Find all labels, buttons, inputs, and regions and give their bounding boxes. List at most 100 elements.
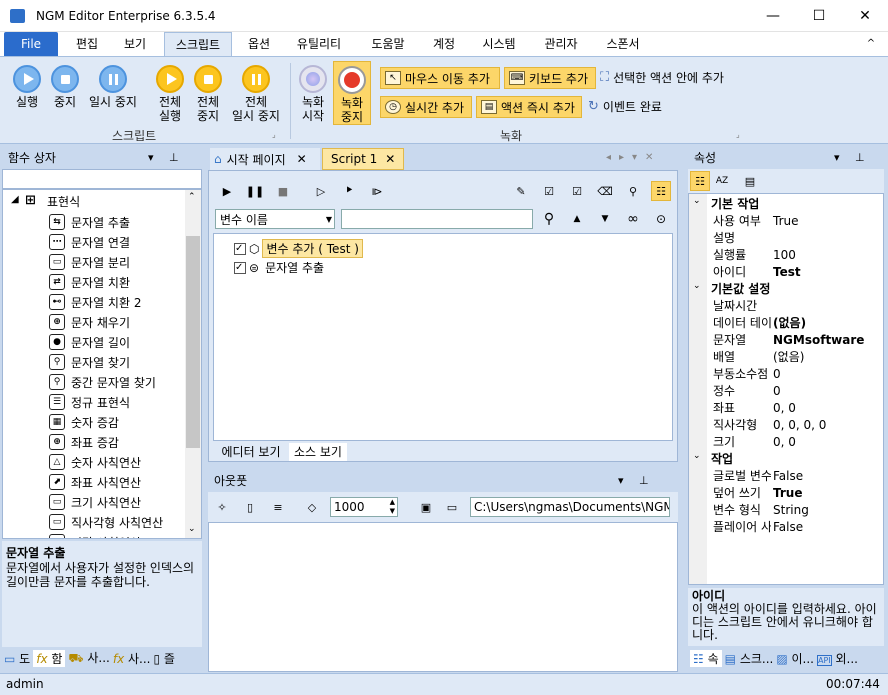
edit-icon[interactable]: ✎ — [511, 181, 531, 201]
folder-icon[interactable]: ▭ — [442, 497, 462, 517]
property-value[interactable]: 0 — [773, 383, 781, 400]
function-item[interactable]: ◷ 시간 사칙연산 — [49, 532, 141, 538]
property-value[interactable]: 0, 0, 0, 0 — [773, 417, 826, 434]
group-script-launcher-icon[interactable]: ⌟ — [272, 130, 276, 139]
more-icon[interactable]: ⊙ — [651, 209, 671, 229]
property-pages-icon[interactable]: ▤ — [740, 171, 760, 191]
left-tab-2[interactable]: ⛟ 사... — [68, 649, 109, 667]
add-realtime-button[interactable]: ◷ 실시간 추가 — [380, 96, 472, 118]
function-item[interactable]: ▭ 문자열 분리 — [49, 252, 130, 272]
property-row[interactable]: 플레이어 사용False — [707, 519, 883, 536]
check-all-icon[interactable]: ☑ — [539, 181, 559, 201]
new-log-icon[interactable]: ▯ — [240, 497, 260, 517]
right-tab-0[interactable]: ☷ 속 — [690, 649, 722, 667]
maximize-button[interactable]: ☐ — [796, 0, 842, 32]
right-tab-1[interactable]: ▤ 스크... — [725, 650, 774, 667]
minimize-button[interactable]: — — [750, 0, 796, 32]
function-item[interactable]: ⇄ 문자열 치환 — [49, 272, 130, 292]
property-value[interactable]: NGMsoftware — [773, 332, 864, 349]
tree-view-icon[interactable]: ☷ — [651, 181, 671, 201]
sort-az-icon[interactable]: AZ — [712, 171, 732, 191]
property-value[interactable]: 0 — [773, 366, 781, 383]
search-icon[interactable]: ⚲ — [623, 181, 643, 201]
function-search-input[interactable] — [2, 169, 202, 189]
property-row[interactable]: 실행률 100 — [707, 247, 883, 264]
step-play-icon[interactable]: ▷ — [311, 181, 331, 201]
add-keyboard-button[interactable]: ⌨ 키보드 추가 — [504, 67, 596, 89]
loop-icon[interactable]: ∞ — [623, 209, 643, 229]
scroll-down-icon[interactable]: ⌄ — [188, 524, 196, 534]
function-item[interactable]: ☰ 정규 표현식 — [49, 392, 130, 412]
left-tab-0[interactable]: ▭ 도 — [4, 650, 30, 667]
property-value[interactable]: True — [773, 485, 802, 502]
tab-file[interactable]: File — [4, 32, 58, 56]
save-icon[interactable]: ▣ — [416, 497, 436, 517]
category-toggle-icon[interactable]: ⌄ — [693, 281, 701, 291]
function-item[interactable]: ⊕ 좌표 증감 — [49, 432, 119, 452]
tab-edit[interactable]: 편집 — [66, 32, 108, 56]
property-row[interactable]: 데이터 테이블(없음) — [707, 315, 883, 332]
tree-collapse-icon[interactable]: ◢ — [11, 194, 19, 205]
tab-help[interactable]: 도움말 — [360, 32, 416, 56]
stepper-arrows-icon[interactable]: ▲ ▼ — [390, 498, 395, 516]
property-category[interactable]: 기본 작업 — [711, 196, 759, 213]
tab-script[interactable]: 스크립트 — [164, 32, 232, 56]
function-item[interactable]: ⋯ 문자열 연결 — [49, 232, 130, 252]
property-value[interactable]: String — [773, 502, 809, 519]
check-icon[interactable]: ☑ — [567, 181, 587, 201]
tab-options[interactable]: 옵션 — [238, 32, 280, 56]
run-all-button[interactable]: 전체 실행 — [150, 65, 190, 123]
property-row[interactable]: 덮어 쓰기 True — [707, 485, 883, 502]
eraser-icon[interactable]: ◇ — [302, 497, 322, 517]
function-item[interactable]: ▦ 숫자 증감 — [49, 412, 119, 432]
delete-icon[interactable]: ⌫ — [595, 181, 615, 201]
property-value[interactable]: False — [773, 519, 803, 536]
left-tab-1[interactable]: fx 함 — [33, 649, 66, 667]
list-icon[interactable]: ≡ — [268, 497, 288, 517]
tab-system[interactable]: 시스템 — [472, 32, 526, 56]
property-value[interactable]: 0, 0 — [773, 434, 796, 451]
property-category[interactable]: 기본값 설정 — [711, 281, 770, 298]
property-row[interactable]: 크기 0, 0 — [707, 434, 883, 451]
function-item[interactable]: ▭ 직사각형 사칙연산 — [49, 512, 163, 532]
property-row[interactable]: 부동소수점 0 — [707, 366, 883, 383]
right-tab-2[interactable]: ▨ 이... — [776, 650, 814, 667]
categorized-icon[interactable]: ☷ — [690, 171, 710, 191]
close-button[interactable]: ✕ — [842, 0, 888, 32]
event-complete-button[interactable]: ↻ 이벤트 완료 — [588, 98, 662, 115]
property-row[interactable]: 변수 형식 String — [707, 502, 883, 519]
left-tab-3[interactable]: fx 사... — [113, 650, 151, 667]
property-row[interactable]: 배열 (없음) — [707, 349, 883, 366]
pause-button[interactable]: 일시 중지 — [84, 65, 142, 109]
group-record-launcher-icon[interactable]: ⌟ — [736, 130, 740, 139]
property-value[interactable]: True — [773, 213, 799, 230]
checkbox-icon[interactable]: ✓ — [234, 261, 246, 274]
tab-start-page[interactable]: ⌂ 시작 페이지 ✕ — [210, 148, 320, 170]
stop-all-button[interactable]: 전체 중지 — [190, 65, 226, 123]
property-row[interactable]: 정수 0 — [707, 383, 883, 400]
step-over-icon[interactable]: ⧐ — [367, 181, 387, 201]
function-item[interactable]: ⊕ 문자 채우기 — [49, 312, 130, 332]
variable-search-input[interactable] — [341, 209, 533, 229]
add-action-immediately-button[interactable]: ▤ 액션 즉시 추가 — [476, 96, 582, 118]
function-item[interactable]: ⊷ 문자열 치환 2 — [49, 292, 141, 312]
tab-close-icon[interactable]: ✕ — [385, 152, 395, 166]
property-value[interactable]: (없음) — [773, 315, 806, 332]
right-tab-3[interactable]: API 외... — [817, 650, 858, 667]
checkbox-icon[interactable]: ✓ — [234, 242, 246, 255]
tab-sponsor[interactable]: 스폰서 — [596, 32, 650, 56]
function-item[interactable]: ⇆ 문자열 추출 — [49, 212, 130, 232]
add-mouse-move-button[interactable]: ↖ 마우스 이동 추가 — [380, 67, 500, 89]
script-row-1[interactable]: ✓ ⊜ 문자열 추출 — [234, 259, 327, 276]
tab-editor-view[interactable]: 에디터 보기 — [213, 443, 289, 461]
tab-account[interactable]: 계정 — [424, 32, 464, 56]
doc-tab-nav-icons[interactable]: ◂▸▾✕ — [606, 152, 661, 163]
record-stop-button[interactable]: 녹화 중지 — [333, 61, 371, 125]
tab-script-1[interactable]: Script 1 ✕ — [322, 148, 404, 170]
tree-scrollbar[interactable]: ⌃ ⌄ — [185, 190, 201, 538]
log-path-field[interactable]: C:\Users\ngmas\Documents\NGM6\ — [470, 497, 670, 517]
function-item[interactable]: ● 문자열 길이 — [49, 332, 130, 352]
function-item[interactable]: △ 숫자 사칙연산 — [49, 452, 141, 472]
property-row[interactable]: 아이디 Test — [707, 264, 883, 281]
left-tab-4[interactable]: ▯ 즐 — [153, 650, 174, 667]
